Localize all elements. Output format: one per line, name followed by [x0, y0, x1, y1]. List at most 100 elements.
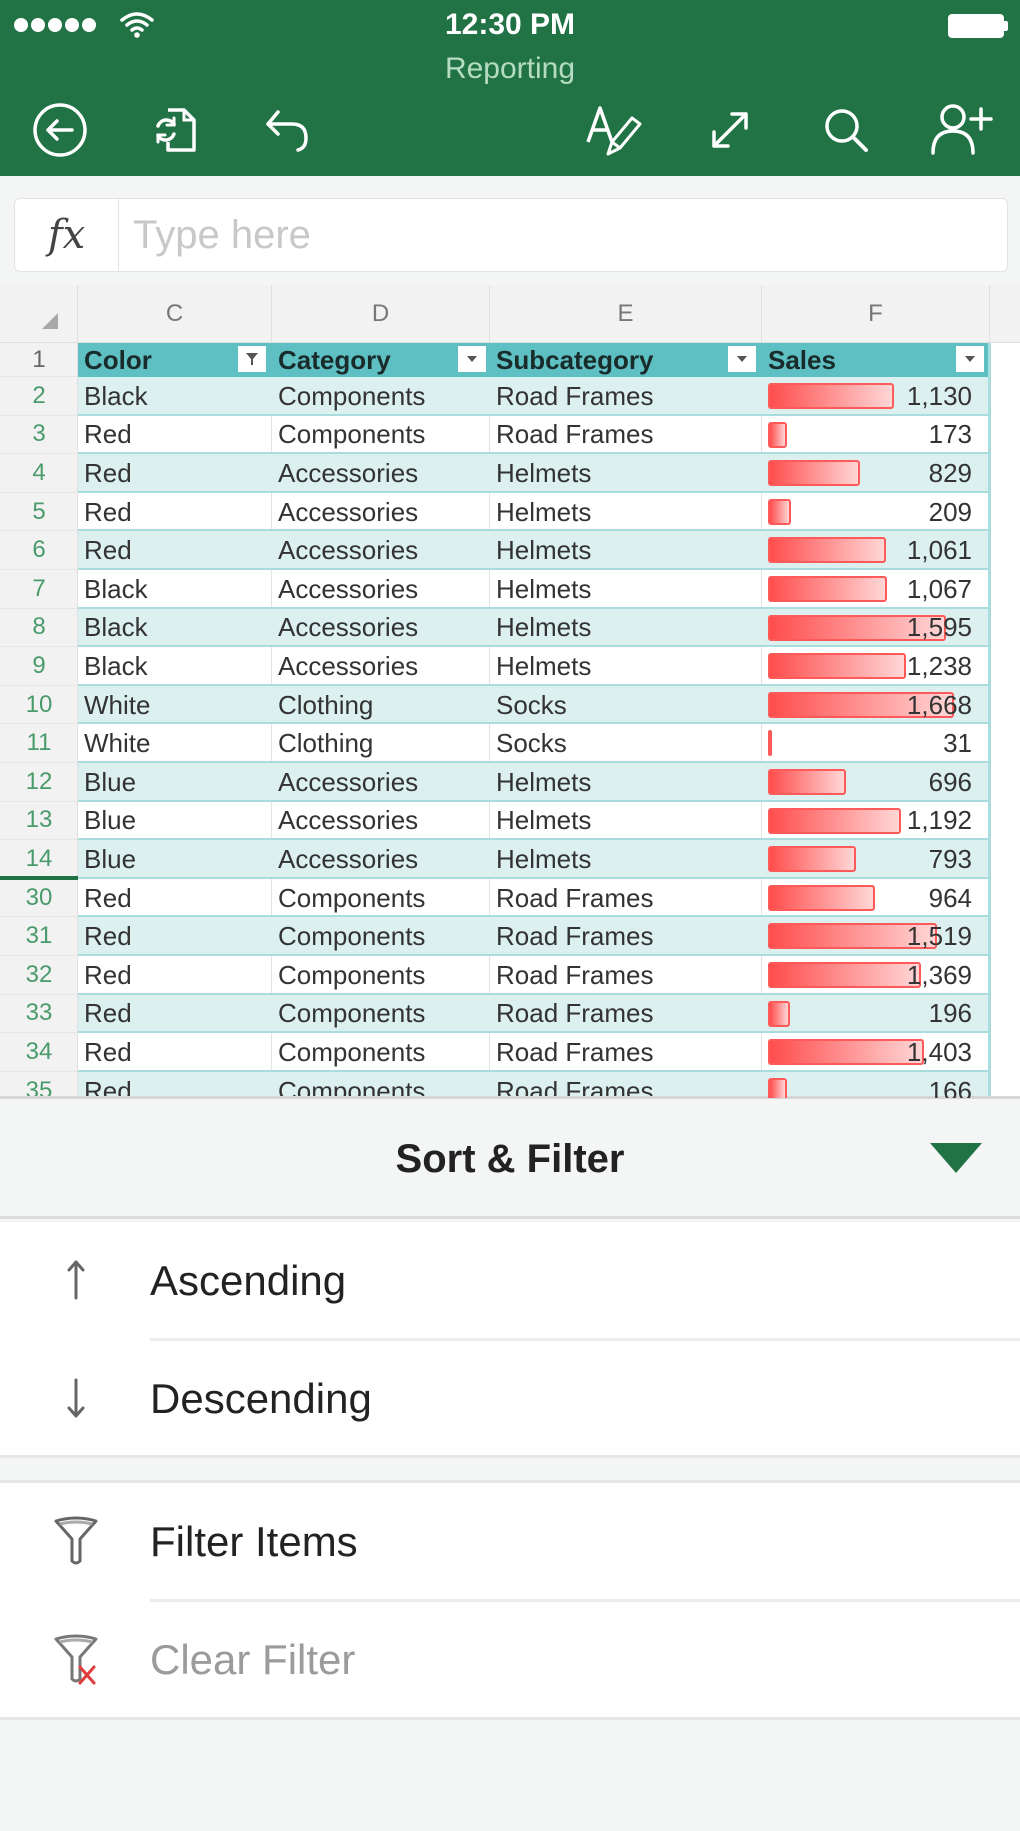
- cell-subcategory[interactable]: Road Frames: [490, 917, 762, 956]
- cell-sales[interactable]: 964: [762, 879, 990, 918]
- row-header[interactable]: 5: [0, 493, 78, 532]
- cell-subcategory[interactable]: Helmets: [490, 531, 762, 570]
- row-header[interactable]: 10: [0, 686, 78, 725]
- cell-category[interactable]: Components: [272, 995, 490, 1034]
- cell-category[interactable]: Components: [272, 917, 490, 956]
- cell-color[interactable]: White: [78, 686, 272, 725]
- function-icon[interactable]: fx: [15, 199, 119, 271]
- cell-sales[interactable]: 1,067: [762, 570, 990, 609]
- search-button[interactable]: [812, 96, 880, 164]
- cell-category[interactable]: Components: [272, 956, 490, 995]
- cell-category[interactable]: Components: [272, 878, 490, 918]
- cell-sales[interactable]: 1,192: [762, 802, 990, 841]
- cell-subcategory[interactable]: Helmets: [490, 609, 762, 648]
- cell-subcategory[interactable]: Socks: [490, 724, 762, 763]
- cell-color[interactable]: Black: [78, 570, 272, 609]
- cell-sales[interactable]: 1,061: [762, 531, 990, 570]
- column-header-c[interactable]: C: [78, 285, 272, 343]
- cell-sales[interactable]: 1,595: [762, 609, 990, 648]
- cell-color[interactable]: Blue: [78, 801, 272, 841]
- cell-color[interactable]: Red: [78, 917, 272, 956]
- cell-category[interactable]: Accessories: [272, 609, 490, 648]
- cell-category[interactable]: Components: [272, 377, 490, 416]
- cell-color[interactable]: Red: [78, 531, 272, 570]
- cell-category[interactable]: Clothing: [272, 724, 490, 763]
- cell-sales[interactable]: 1,668: [762, 686, 990, 725]
- cell-category[interactable]: Components: [272, 415, 490, 455]
- cell-category[interactable]: Accessories: [272, 570, 490, 609]
- filter-button-subcategory[interactable]: [728, 346, 756, 372]
- row-header[interactable]: 9: [0, 647, 78, 686]
- column-header-d[interactable]: D: [272, 285, 490, 343]
- cell-category[interactable]: Accessories: [272, 454, 490, 493]
- cell-color[interactable]: Red: [78, 995, 272, 1034]
- cell-subcategory[interactable]: Road Frames: [490, 878, 762, 918]
- row-header[interactable]: 4: [0, 454, 78, 493]
- cell-color[interactable]: Red: [78, 878, 272, 918]
- cell-subcategory[interactable]: Helmets: [490, 492, 762, 532]
- cell-sales[interactable]: 1,130: [762, 377, 990, 416]
- cell-subcategory[interactable]: Helmets: [490, 570, 762, 609]
- column-header-e[interactable]: E: [490, 285, 762, 343]
- cell-subcategory[interactable]: Road Frames: [490, 1072, 762, 1098]
- cell-category[interactable]: Accessories: [272, 840, 490, 879]
- cell-sales[interactable]: 31: [762, 724, 990, 763]
- filter-items-item[interactable]: Filter Items: [0, 1483, 1020, 1601]
- cell-subcategory[interactable]: Helmets: [490, 454, 762, 493]
- cell-color[interactable]: Red: [78, 415, 272, 455]
- cell-category[interactable]: Accessories: [272, 531, 490, 570]
- cell-subcategory[interactable]: Road Frames: [490, 995, 762, 1034]
- cell-subcategory[interactable]: Helmets: [490, 763, 762, 802]
- cell-subcategory[interactable]: Helmets: [490, 801, 762, 841]
- row-header[interactable]: 35: [0, 1072, 78, 1098]
- row-header[interactable]: 31: [0, 917, 78, 956]
- sort-ascending-item[interactable]: Ascending: [0, 1222, 1020, 1340]
- cell-sales[interactable]: 1,403: [762, 1033, 990, 1072]
- row-header[interactable]: 11: [0, 724, 78, 763]
- cell-sales[interactable]: 166: [762, 1072, 990, 1098]
- filter-button-category[interactable]: [458, 346, 486, 372]
- row-header[interactable]: 7: [0, 570, 78, 609]
- filter-button-color[interactable]: [238, 346, 266, 372]
- cell-subcategory[interactable]: Helmets: [490, 840, 762, 879]
- cell-category[interactable]: Accessories: [272, 647, 490, 686]
- cell-sales[interactable]: 209: [762, 493, 990, 532]
- cell-sales[interactable]: 793: [762, 840, 990, 879]
- cell-subcategory[interactable]: Road Frames: [490, 415, 762, 455]
- cell-sales[interactable]: 173: [762, 416, 990, 455]
- row-header[interactable]: 30: [0, 879, 78, 918]
- cell-color[interactable]: Black: [78, 377, 272, 416]
- row-header[interactable]: 3: [0, 416, 78, 455]
- cell-subcategory[interactable]: Helmets: [490, 647, 762, 686]
- file-sync-button[interactable]: [142, 96, 210, 164]
- cell-subcategory[interactable]: Socks: [490, 686, 762, 725]
- row-header[interactable]: 33: [0, 995, 78, 1034]
- edit-format-button[interactable]: [580, 96, 648, 164]
- fullscreen-button[interactable]: [696, 96, 764, 164]
- filter-button-sales[interactable]: [956, 346, 984, 372]
- cell-category[interactable]: Components: [272, 1072, 490, 1098]
- row-header[interactable]: 12: [0, 763, 78, 802]
- cell-color[interactable]: White: [78, 724, 272, 763]
- row-header[interactable]: 8: [0, 609, 78, 648]
- cell-category[interactable]: Components: [272, 1033, 490, 1072]
- cell-color[interactable]: Red: [78, 1033, 272, 1072]
- row-header[interactable]: 2: [0, 377, 78, 416]
- undo-button[interactable]: [256, 96, 324, 164]
- cell-subcategory[interactable]: Road Frames: [490, 956, 762, 995]
- clear-filter-item[interactable]: Clear Filter: [0, 1601, 1020, 1719]
- column-header-f[interactable]: F: [762, 285, 990, 343]
- cell-color[interactable]: Blue: [78, 840, 272, 879]
- cell-color[interactable]: Red: [78, 492, 272, 532]
- cell-category[interactable]: Accessories: [272, 763, 490, 802]
- cell-sales[interactable]: 1,369: [762, 956, 990, 995]
- row-header-1[interactable]: 1: [0, 343, 78, 377]
- cell-color[interactable]: Black: [78, 609, 272, 648]
- back-button[interactable]: [26, 96, 94, 164]
- cell-sales[interactable]: 829: [762, 454, 990, 493]
- cell-subcategory[interactable]: Road Frames: [490, 377, 762, 416]
- select-all-corner[interactable]: [0, 285, 78, 343]
- cell-sales[interactable]: 696: [762, 763, 990, 802]
- cell-subcategory[interactable]: Road Frames: [490, 1033, 762, 1072]
- cell-sales[interactable]: 1,519: [762, 917, 990, 956]
